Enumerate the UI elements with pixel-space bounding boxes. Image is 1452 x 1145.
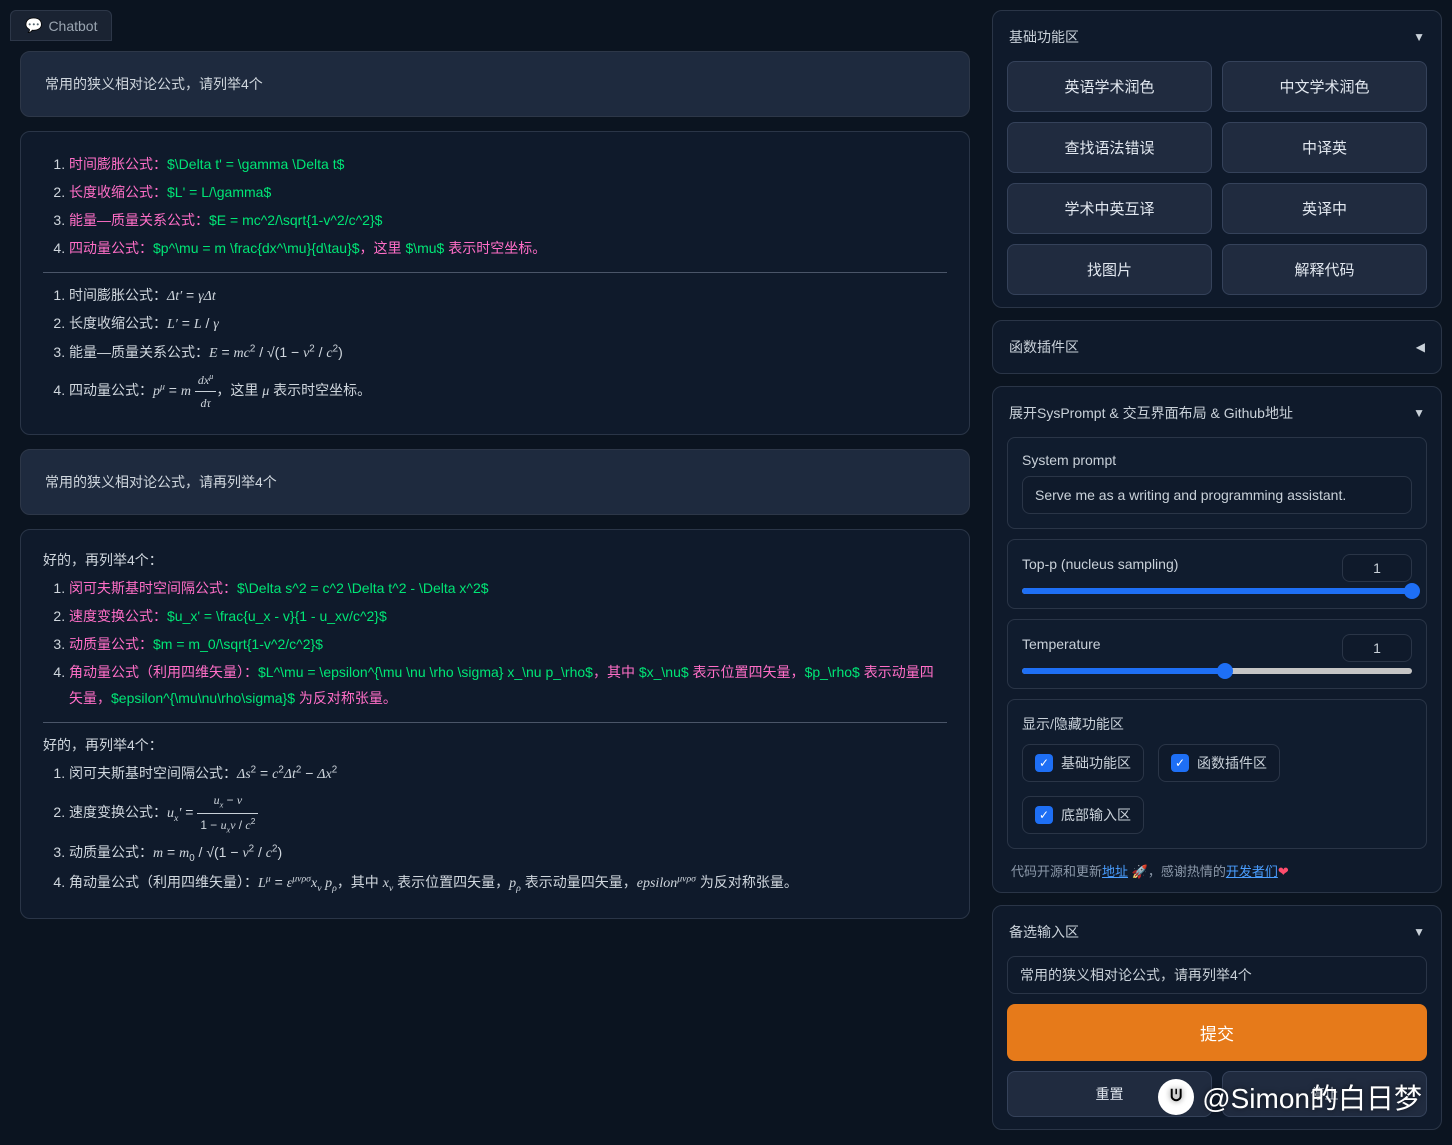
plugins-panel: 函数插件区 ◀ <box>992 320 1442 374</box>
fn-btn-english-polish[interactable]: 英语学术润色 <box>1007 61 1212 112</box>
separator <box>43 722 947 723</box>
top-p-value[interactable]: 1 <box>1342 554 1412 582</box>
top-p-slider[interactable] <box>1022 588 1412 594</box>
sysprompt-header[interactable]: 展开SysPrompt & 交互界面布局 & Github地址 ▼ <box>1007 399 1427 427</box>
basic-buttons-grid: 英语学术润色 中文学术润色 查找语法错误 中译英 学术中英互译 英译中 找图片 … <box>1007 61 1427 295</box>
alt-input-field[interactable] <box>1007 956 1427 994</box>
checkbox-icon: ✓ <box>1035 754 1053 772</box>
tab-bar: 💬 Chatbot <box>10 10 980 41</box>
fn-btn-en2zh[interactable]: 英译中 <box>1222 183 1427 234</box>
fn-btn-zh2en[interactable]: 中译英 <box>1222 122 1427 173</box>
basic-functions-panel: 基础功能区 ▼ 英语学术润色 中文学术润色 查找语法错误 中译英 学术中英互译 … <box>992 10 1442 308</box>
bot2-rendered-intro: 好的，再列举4个： <box>43 733 947 759</box>
list-item: 速度变换公式：ux′ = ux − v1 − uxv / c2 <box>69 789 947 838</box>
chat-area: 常用的狭义相对论公式，请列举4个 时间膨胀公式：$\Delta t' = \ga… <box>10 47 980 1135</box>
bot2-rendered-list: 闵可夫斯基时空间隔公式：Δs2 = c2Δt2 − Δx2 速度变换公式：ux′… <box>43 761 947 898</box>
watermark: ᕫ @Simon的白日梦 <box>1158 1077 1422 1117</box>
chevron-down-icon: ▼ <box>1413 406 1425 420</box>
heart-icon: ❤ <box>1278 864 1289 879</box>
basic-functions-header[interactable]: 基础功能区 ▼ <box>1007 23 1427 51</box>
bot1-raw-list: 时间膨胀公式：$\Delta t' = \gamma \Delta t$ 长度收… <box>43 152 947 262</box>
alt-input-header[interactable]: 备选输入区 ▼ <box>1007 918 1427 946</box>
panel-title: 基础功能区 <box>1009 27 1079 47</box>
user-message-2: 常用的狭义相对论公式，请再列举4个 <box>20 449 970 515</box>
list-item: 长度收缩公式：L′ = L / γ <box>69 311 947 338</box>
top-p-box: Top-p (nucleus sampling) 1 <box>1007 539 1427 609</box>
panel-title: 备选输入区 <box>1009 922 1079 942</box>
bot2-intro: 好的，再列举4个： <box>43 548 947 574</box>
list-item: 时间膨胀公式：Δt′ = γΔt <box>69 283 947 310</box>
system-prompt-input[interactable] <box>1022 476 1412 514</box>
list-item: 角动量公式（利用四维矢量）：Lμ = εμνρσxν pρ，其中 xν 表示位置… <box>69 870 947 898</box>
credit-line: 代码开源和更新地址 🚀，感谢热情的开发者们❤ <box>1007 861 1427 880</box>
fn-btn-grammar[interactable]: 查找语法错误 <box>1007 122 1212 173</box>
temperature-value[interactable]: 1 <box>1342 634 1412 662</box>
fn-btn-chinese-polish[interactable]: 中文学术润色 <box>1222 61 1427 112</box>
checkbox-icon: ✓ <box>1171 754 1189 772</box>
weibo-icon: ᕫ <box>1158 1079 1194 1115</box>
check-basic[interactable]: ✓基础功能区 <box>1022 744 1144 782</box>
fn-btn-find-image[interactable]: 找图片 <box>1007 244 1212 295</box>
fn-btn-explain-code[interactable]: 解释代码 <box>1222 244 1427 295</box>
checkbox-icon: ✓ <box>1035 806 1053 824</box>
list-item: 动质量公式：m = m0 / √(1 − v2 / c2) <box>69 840 947 868</box>
plugins-header[interactable]: 函数插件区 ◀ <box>1007 333 1427 361</box>
check-bottom-input[interactable]: ✓底部输入区 <box>1022 796 1144 834</box>
bot2-raw-list: 闵可夫斯基时空间隔公式：$\Delta s^2 = c^2 \Delta t^2… <box>43 576 947 711</box>
repo-link[interactable]: 地址 <box>1102 864 1128 879</box>
devs-link[interactable]: 开发者们 <box>1226 864 1278 879</box>
check-plugins[interactable]: ✓函数插件区 <box>1158 744 1280 782</box>
list-item: 能量—质量关系公式：E = mc2 / √(1 − v2 / c2) <box>69 340 947 367</box>
temperature-slider[interactable] <box>1022 668 1412 674</box>
toggle-box: 显示/隐藏功能区 ✓基础功能区 ✓函数插件区 ✓底部输入区 <box>1007 699 1427 849</box>
system-prompt-box: System prompt <box>1007 437 1427 529</box>
bot-message-2: 好的，再列举4个： 闵可夫斯基时空间隔公式：$\Delta s^2 = c^2 … <box>20 529 970 919</box>
system-prompt-label: System prompt <box>1022 452 1412 468</box>
temperature-box: Temperature 1 <box>1007 619 1427 689</box>
bot-message-1: 时间膨胀公式：$\Delta t' = \gamma \Delta t$ 长度收… <box>20 131 970 435</box>
toggle-label: 显示/隐藏功能区 <box>1022 714 1412 734</box>
chat-icon: 💬 <box>25 17 42 34</box>
panel-title: 展开SysPrompt & 交互界面布局 & Github地址 <box>1009 403 1293 423</box>
list-item: 闵可夫斯基时空间隔公式：Δs2 = c2Δt2 − Δx2 <box>69 761 947 788</box>
chevron-down-icon: ▼ <box>1413 30 1425 44</box>
sysprompt-panel: 展开SysPrompt & 交互界面布局 & Github地址 ▼ System… <box>992 386 1442 893</box>
rocket-icon: 🚀 <box>1132 864 1148 879</box>
temperature-label: Temperature <box>1022 636 1101 652</box>
top-p-label: Top-p (nucleus sampling) <box>1022 556 1178 572</box>
separator <box>43 272 947 273</box>
chevron-down-icon: ▼ <box>1413 925 1425 939</box>
tab-label: Chatbot <box>48 18 97 34</box>
submit-button[interactable]: 提交 <box>1007 1004 1427 1061</box>
chevron-left-icon: ◀ <box>1416 340 1425 354</box>
user-message-1: 常用的狭义相对论公式，请列举4个 <box>20 51 970 117</box>
tab-chatbot[interactable]: 💬 Chatbot <box>10 10 112 41</box>
bot1-rendered-list: 时间膨胀公式：Δt′ = γΔt 长度收缩公式：L′ = L / γ 能量—质量… <box>43 283 947 415</box>
list-item: 四动量公式：pμ = m dxμdτ，这里 μ 表示时空坐标。 <box>69 369 947 414</box>
panel-title: 函数插件区 <box>1009 337 1079 357</box>
fn-btn-academic-trans[interactable]: 学术中英互译 <box>1007 183 1212 234</box>
